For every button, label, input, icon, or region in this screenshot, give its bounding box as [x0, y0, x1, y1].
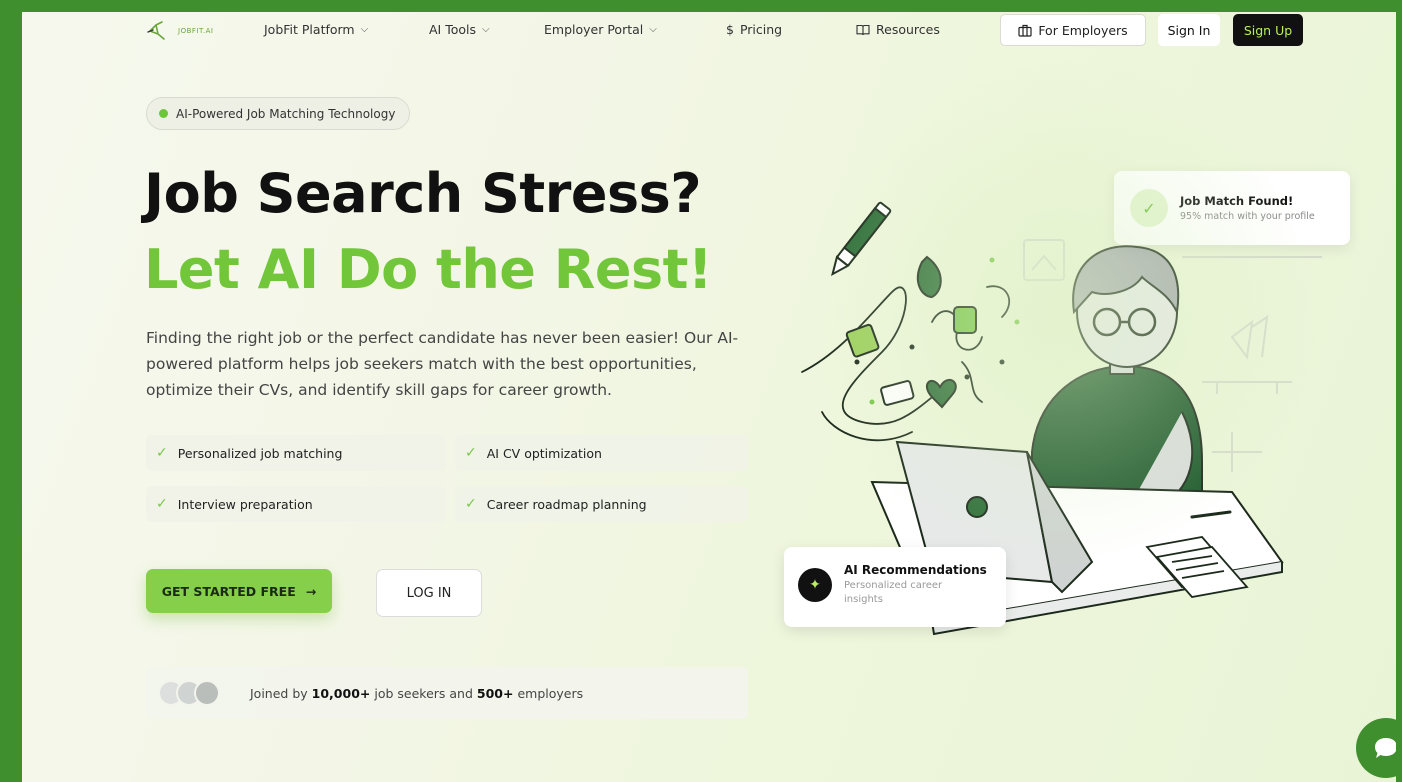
- for-employers-button[interactable]: For Employers: [1000, 14, 1146, 46]
- nav-pricing[interactable]: $ Pricing: [726, 22, 782, 37]
- job-match-subtitle: 95% match with your profile: [1180, 211, 1315, 222]
- frame-top-left: [0, 0, 724, 12]
- check-icon: ✓: [156, 445, 168, 461]
- chevron-down-icon: ⌵: [360, 24, 369, 35]
- ai-recommendations-text: AI Recommendations Personalized career i…: [844, 563, 987, 607]
- ai-recommendations-title: AI Recommendations: [844, 563, 987, 577]
- logo[interactable]: JOBFIT.AI: [146, 20, 214, 42]
- nav-resources[interactable]: Resources: [856, 22, 940, 37]
- social-proof-text: Joined by 10,000+ job seekers and 500+ e…: [250, 686, 583, 701]
- chevron-down-icon: ⌵: [482, 24, 490, 35]
- nav-resources-label: Resources: [876, 22, 940, 37]
- feature-item: ✓ Personalized job matching: [146, 435, 446, 471]
- joined-prefix: Joined by: [250, 685, 308, 701]
- feature-label: Interview preparation: [177, 496, 313, 512]
- headline-line-2: Let AI Do the Rest!: [144, 238, 713, 301]
- feature-label: AI CV optimization: [486, 445, 602, 461]
- joined-employers-count: 500+: [476, 685, 514, 701]
- dollar-icon: $: [726, 22, 734, 37]
- check-icon: ✓: [465, 496, 477, 512]
- ai-recommendations-card: ✦ AI Recommendations Personalized career…: [784, 547, 1006, 627]
- hero-description: Finding the right job or the perfect can…: [146, 329, 739, 399]
- hero-badge-label: AI-Powered Job Matching Technology: [176, 106, 396, 121]
- social-proof-bar: Joined by 10,000+ job seekers and 500+ e…: [146, 667, 748, 719]
- landing-page: JOBFIT.AI JobFit Platform ⌵ AI Tools ⌵ E…: [22, 12, 1396, 782]
- nav-jobfit-platform[interactable]: JobFit Platform ⌵: [264, 22, 368, 37]
- avatar-stack: [158, 680, 220, 706]
- logo-text: JOBFIT.AI: [178, 27, 214, 35]
- frame-right: [1396, 0, 1402, 782]
- check-icon: ✓: [465, 445, 477, 461]
- check-icon: ✓: [156, 496, 168, 512]
- nav-jobfit-platform-label: JobFit Platform: [264, 22, 355, 37]
- avatar: [194, 680, 220, 706]
- frame-left: [0, 0, 22, 782]
- chat-widget-button[interactable]: [1356, 718, 1396, 778]
- feature-label: Personalized job matching: [177, 445, 343, 461]
- joined-middle: job seekers and: [374, 685, 473, 701]
- job-match-title: Job Match Found!: [1180, 194, 1294, 208]
- chat-icon: [1375, 738, 1396, 758]
- sign-up-button[interactable]: Sign Up: [1233, 14, 1303, 46]
- feature-item: ✓ AI CV optimization: [455, 435, 748, 471]
- joined-suffix: employers: [517, 685, 584, 701]
- feature-item: ✓ Interview preparation: [146, 486, 446, 522]
- job-match-card: ✓ Job Match Found! 95% match with your p…: [1114, 171, 1350, 245]
- arrow-right-icon: →: [305, 583, 317, 599]
- check-circle-icon: ✓: [1130, 189, 1168, 227]
- book-icon: [856, 24, 870, 35]
- top-nav: JOBFIT.AI JobFit Platform ⌵ AI Tools ⌵ E…: [22, 12, 1396, 52]
- feature-item: ✓ Career roadmap planning: [455, 486, 748, 522]
- sparkle-icon: ✦: [798, 568, 832, 602]
- status-dot-icon: [159, 109, 168, 118]
- chevron-down-icon: ⌵: [649, 24, 657, 35]
- nav-ai-tools-label: AI Tools: [429, 22, 477, 37]
- nav-pricing-label: Pricing: [739, 22, 783, 37]
- hero-badge: AI-Powered Job Matching Technology: [146, 97, 411, 130]
- get-started-button[interactable]: GET STARTED FREE →: [146, 569, 332, 613]
- feature-label: Career roadmap planning: [486, 496, 647, 512]
- logo-icon: [147, 21, 165, 40]
- get-started-label: GET STARTED FREE: [161, 583, 296, 599]
- sign-in-button[interactable]: Sign In: [1158, 14, 1220, 46]
- nav-employer-portal-label: Employer Portal: [544, 22, 644, 37]
- headline-line-1: Job Search Stress?: [144, 162, 702, 225]
- ai-recommendations-subtitle: Personalized career insights: [844, 580, 943, 605]
- joined-seekers-count: 10,000+: [311, 685, 371, 701]
- for-employers-label: For Employers: [1038, 22, 1128, 38]
- briefcase-icon: [1018, 24, 1032, 37]
- log-in-button[interactable]: LOG IN: [376, 569, 482, 617]
- nav-employer-portal[interactable]: Employer Portal ⌵: [544, 22, 657, 37]
- job-match-text: Job Match Found! 95% match with your pro…: [1180, 194, 1315, 222]
- nav-ai-tools[interactable]: AI Tools ⌵: [429, 22, 490, 37]
